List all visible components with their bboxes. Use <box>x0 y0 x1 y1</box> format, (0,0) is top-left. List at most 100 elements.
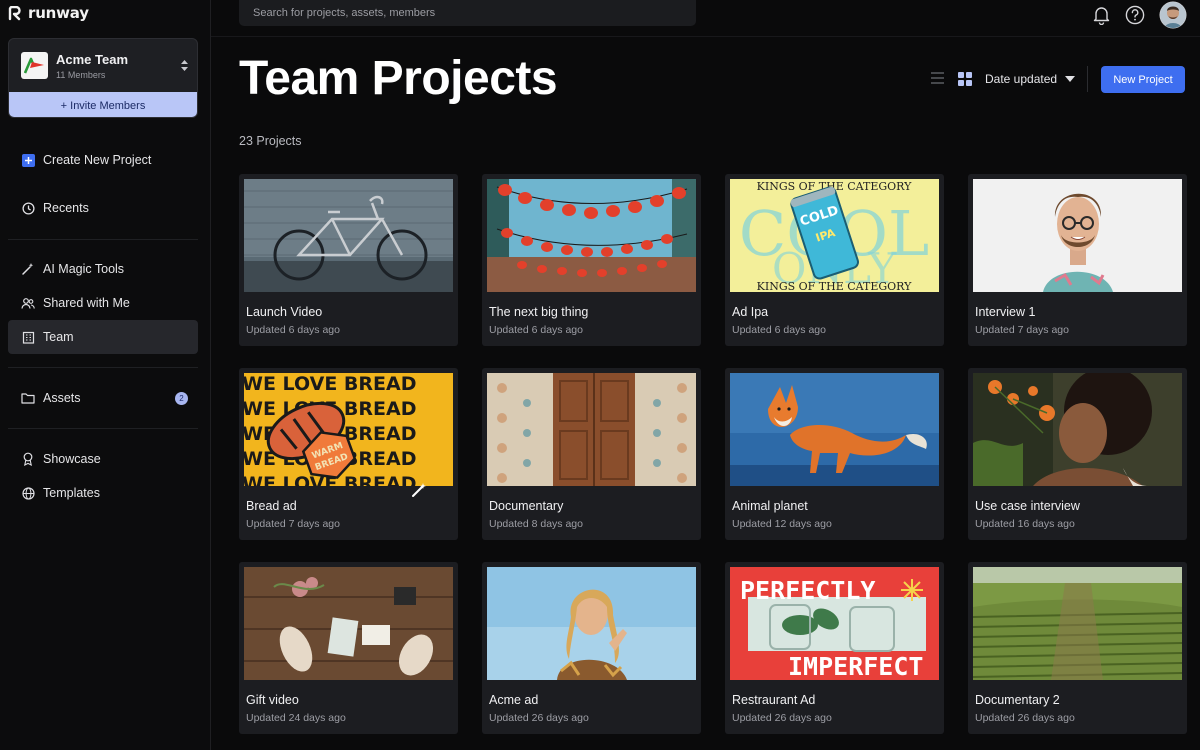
search-input[interactable] <box>253 7 696 19</box>
users-icon <box>21 296 35 310</box>
project-card[interactable]: Launch Video Updated 6 days ago <box>239 174 458 346</box>
project-name: Bread ad <box>246 499 297 513</box>
invite-members-button[interactable]: + Invite Members <box>9 92 197 117</box>
team-switcher-header[interactable]: Acme Team 11 Members <box>9 39 197 92</box>
project-updated: Updated 6 days ago <box>732 324 826 336</box>
clock-icon <box>21 201 35 215</box>
sidebar-item-label: Recents <box>43 201 89 215</box>
project-thumbnail-cold-ipa: COOL ONLY KINGS OF THE CATEGORY KINGS OF… <box>730 179 939 292</box>
magic-wand-icon <box>21 262 35 276</box>
sidebar-item-label: Assets <box>43 391 81 405</box>
sidebar-item-recents[interactable]: Recents <box>8 191 198 225</box>
magic-wand-cursor-icon <box>412 483 426 497</box>
project-card[interactable]: Documentary Updated 8 days ago <box>482 368 701 540</box>
help-icon[interactable] <box>1125 5 1145 25</box>
nav-group-primary: Create New Project Recents <box>8 143 198 225</box>
team-switcher[interactable]: Acme Team 11 Members + Invite Members <box>8 38 198 118</box>
bread-text-line: WE LOVE BREAD <box>244 373 417 395</box>
page-title: Team Projects <box>239 52 558 105</box>
sidebar-item-label: Shared with Me <box>43 296 130 310</box>
list-view-icon[interactable] <box>930 71 945 85</box>
project-updated: Updated 6 days ago <box>489 324 583 336</box>
project-thumbnail-lanterns <box>487 179 696 292</box>
project-name: Use case interview <box>975 499 1080 513</box>
project-card[interactable]: Interview 1 Updated 7 days ago <box>968 174 1187 346</box>
sidebar-item-team[interactable]: Team <box>8 320 198 354</box>
project-thumbnail-vineyard <box>973 567 1182 680</box>
award-icon <box>21 452 35 466</box>
sidebar: runway Acme Team 11 Members + Invite Mem… <box>0 0 211 750</box>
project-thumbnail-fox <box>730 373 939 486</box>
header-divider <box>211 36 1200 37</box>
acme-logo-icon <box>24 57 44 74</box>
app-logo[interactable]: runway <box>8 4 89 22</box>
sidebar-divider <box>8 239 198 240</box>
sidebar-item-create-project[interactable]: Create New Project <box>8 143 198 177</box>
project-updated: Updated 8 days ago <box>489 518 583 530</box>
team-avatar <box>21 52 48 79</box>
sidebar-item-label: Templates <box>43 486 100 500</box>
project-card[interactable]: Documentary 2 Updated 26 days ago <box>968 562 1187 734</box>
project-name: Launch Video <box>246 305 323 319</box>
project-thumbnail-interview-portrait <box>973 179 1182 292</box>
sidebar-item-ai-magic-tools[interactable]: AI Magic Tools <box>8 252 198 286</box>
header-separator <box>1087 66 1088 92</box>
sidebar-item-label: Team <box>43 330 74 344</box>
project-card[interactable]: Acme ad Updated 26 days ago <box>482 562 701 734</box>
project-updated: Updated 26 days ago <box>975 712 1075 724</box>
ad-ipa-banner-bottom: KINGS OF THE CATEGORY <box>757 280 912 292</box>
project-thumbnail-bread: WE LOVE BREAD WE LOVE BREAD WE LOVE BREA… <box>244 373 453 486</box>
project-card[interactable]: Gift video Updated 24 days ago <box>239 562 458 734</box>
project-updated: Updated 26 days ago <box>732 712 832 724</box>
project-updated: Updated 26 days ago <box>489 712 589 724</box>
project-card[interactable]: The next big thing Updated 6 days ago <box>482 174 701 346</box>
chevron-up-down-icon[interactable] <box>180 59 189 72</box>
top-actions <box>1092 1 1187 29</box>
globe-icon <box>21 486 35 500</box>
sidebar-item-assets[interactable]: Assets 2 <box>8 381 198 415</box>
folder-icon <box>21 391 35 405</box>
project-name: Restraurant Ad <box>732 693 816 707</box>
project-card[interactable]: Animal planet Updated 12 days ago <box>725 368 944 540</box>
user-avatar[interactable] <box>1159 1 1187 29</box>
restaurant-text-bottom: IMPERFECT <box>788 652 923 680</box>
sidebar-item-templates[interactable]: Templates <box>8 476 198 510</box>
app-name: runway <box>28 4 89 22</box>
project-card[interactable]: Use case interview Updated 16 days ago <box>968 368 1187 540</box>
project-name: Ad Ipa <box>732 305 769 319</box>
sidebar-item-label: Showcase <box>43 452 101 466</box>
grid-view-icon[interactable] <box>958 72 972 86</box>
sidebar-divider <box>8 428 198 429</box>
plus-square-icon <box>21 153 35 167</box>
team-name: Acme Team <box>56 51 129 67</box>
project-updated: Updated 12 days ago <box>732 518 832 530</box>
bell-icon[interactable] <box>1092 5 1111 25</box>
project-name: Animal planet <box>732 499 808 513</box>
project-card[interactable]: PERFECTLY IMPERFECT Restraurant Ad Updat… <box>725 562 944 734</box>
runway-logo-icon <box>8 5 21 20</box>
project-card[interactable]: WE LOVE BREAD WE LOVE BREAD WE LOVE BREA… <box>239 368 458 540</box>
new-project-button[interactable]: New Project <box>1101 66 1185 93</box>
search-bar[interactable] <box>239 0 696 26</box>
project-thumbnail-flower-portrait <box>973 373 1182 486</box>
project-updated: Updated 6 days ago <box>246 324 340 336</box>
project-thumbnail-gift-flatlay <box>244 567 453 680</box>
project-name: Documentary 2 <box>975 693 1060 707</box>
sidebar-item-shared[interactable]: Shared with Me <box>8 286 198 320</box>
nav-group-explore: Showcase Templates <box>8 442 198 510</box>
sort-dropdown[interactable]: Date updated <box>985 72 1076 86</box>
project-updated: Updated 7 days ago <box>975 324 1069 336</box>
team-member-count: 11 Members <box>56 69 106 80</box>
sidebar-divider <box>8 367 198 368</box>
building-icon <box>21 330 35 344</box>
project-updated: Updated 7 days ago <box>246 518 340 530</box>
project-name: Interview 1 <box>975 305 1036 319</box>
sidebar-item-label: AI Magic Tools <box>43 262 125 276</box>
sidebar-item-showcase[interactable]: Showcase <box>8 442 198 476</box>
project-name: Gift video <box>246 693 299 707</box>
restaurant-text-top: PERFECTLY <box>740 576 875 605</box>
project-name: Documentary <box>489 499 564 513</box>
project-thumbnail-door <box>487 373 696 486</box>
project-name: Acme ad <box>489 693 539 707</box>
project-card[interactable]: COOL ONLY KINGS OF THE CATEGORY KINGS OF… <box>725 174 944 346</box>
